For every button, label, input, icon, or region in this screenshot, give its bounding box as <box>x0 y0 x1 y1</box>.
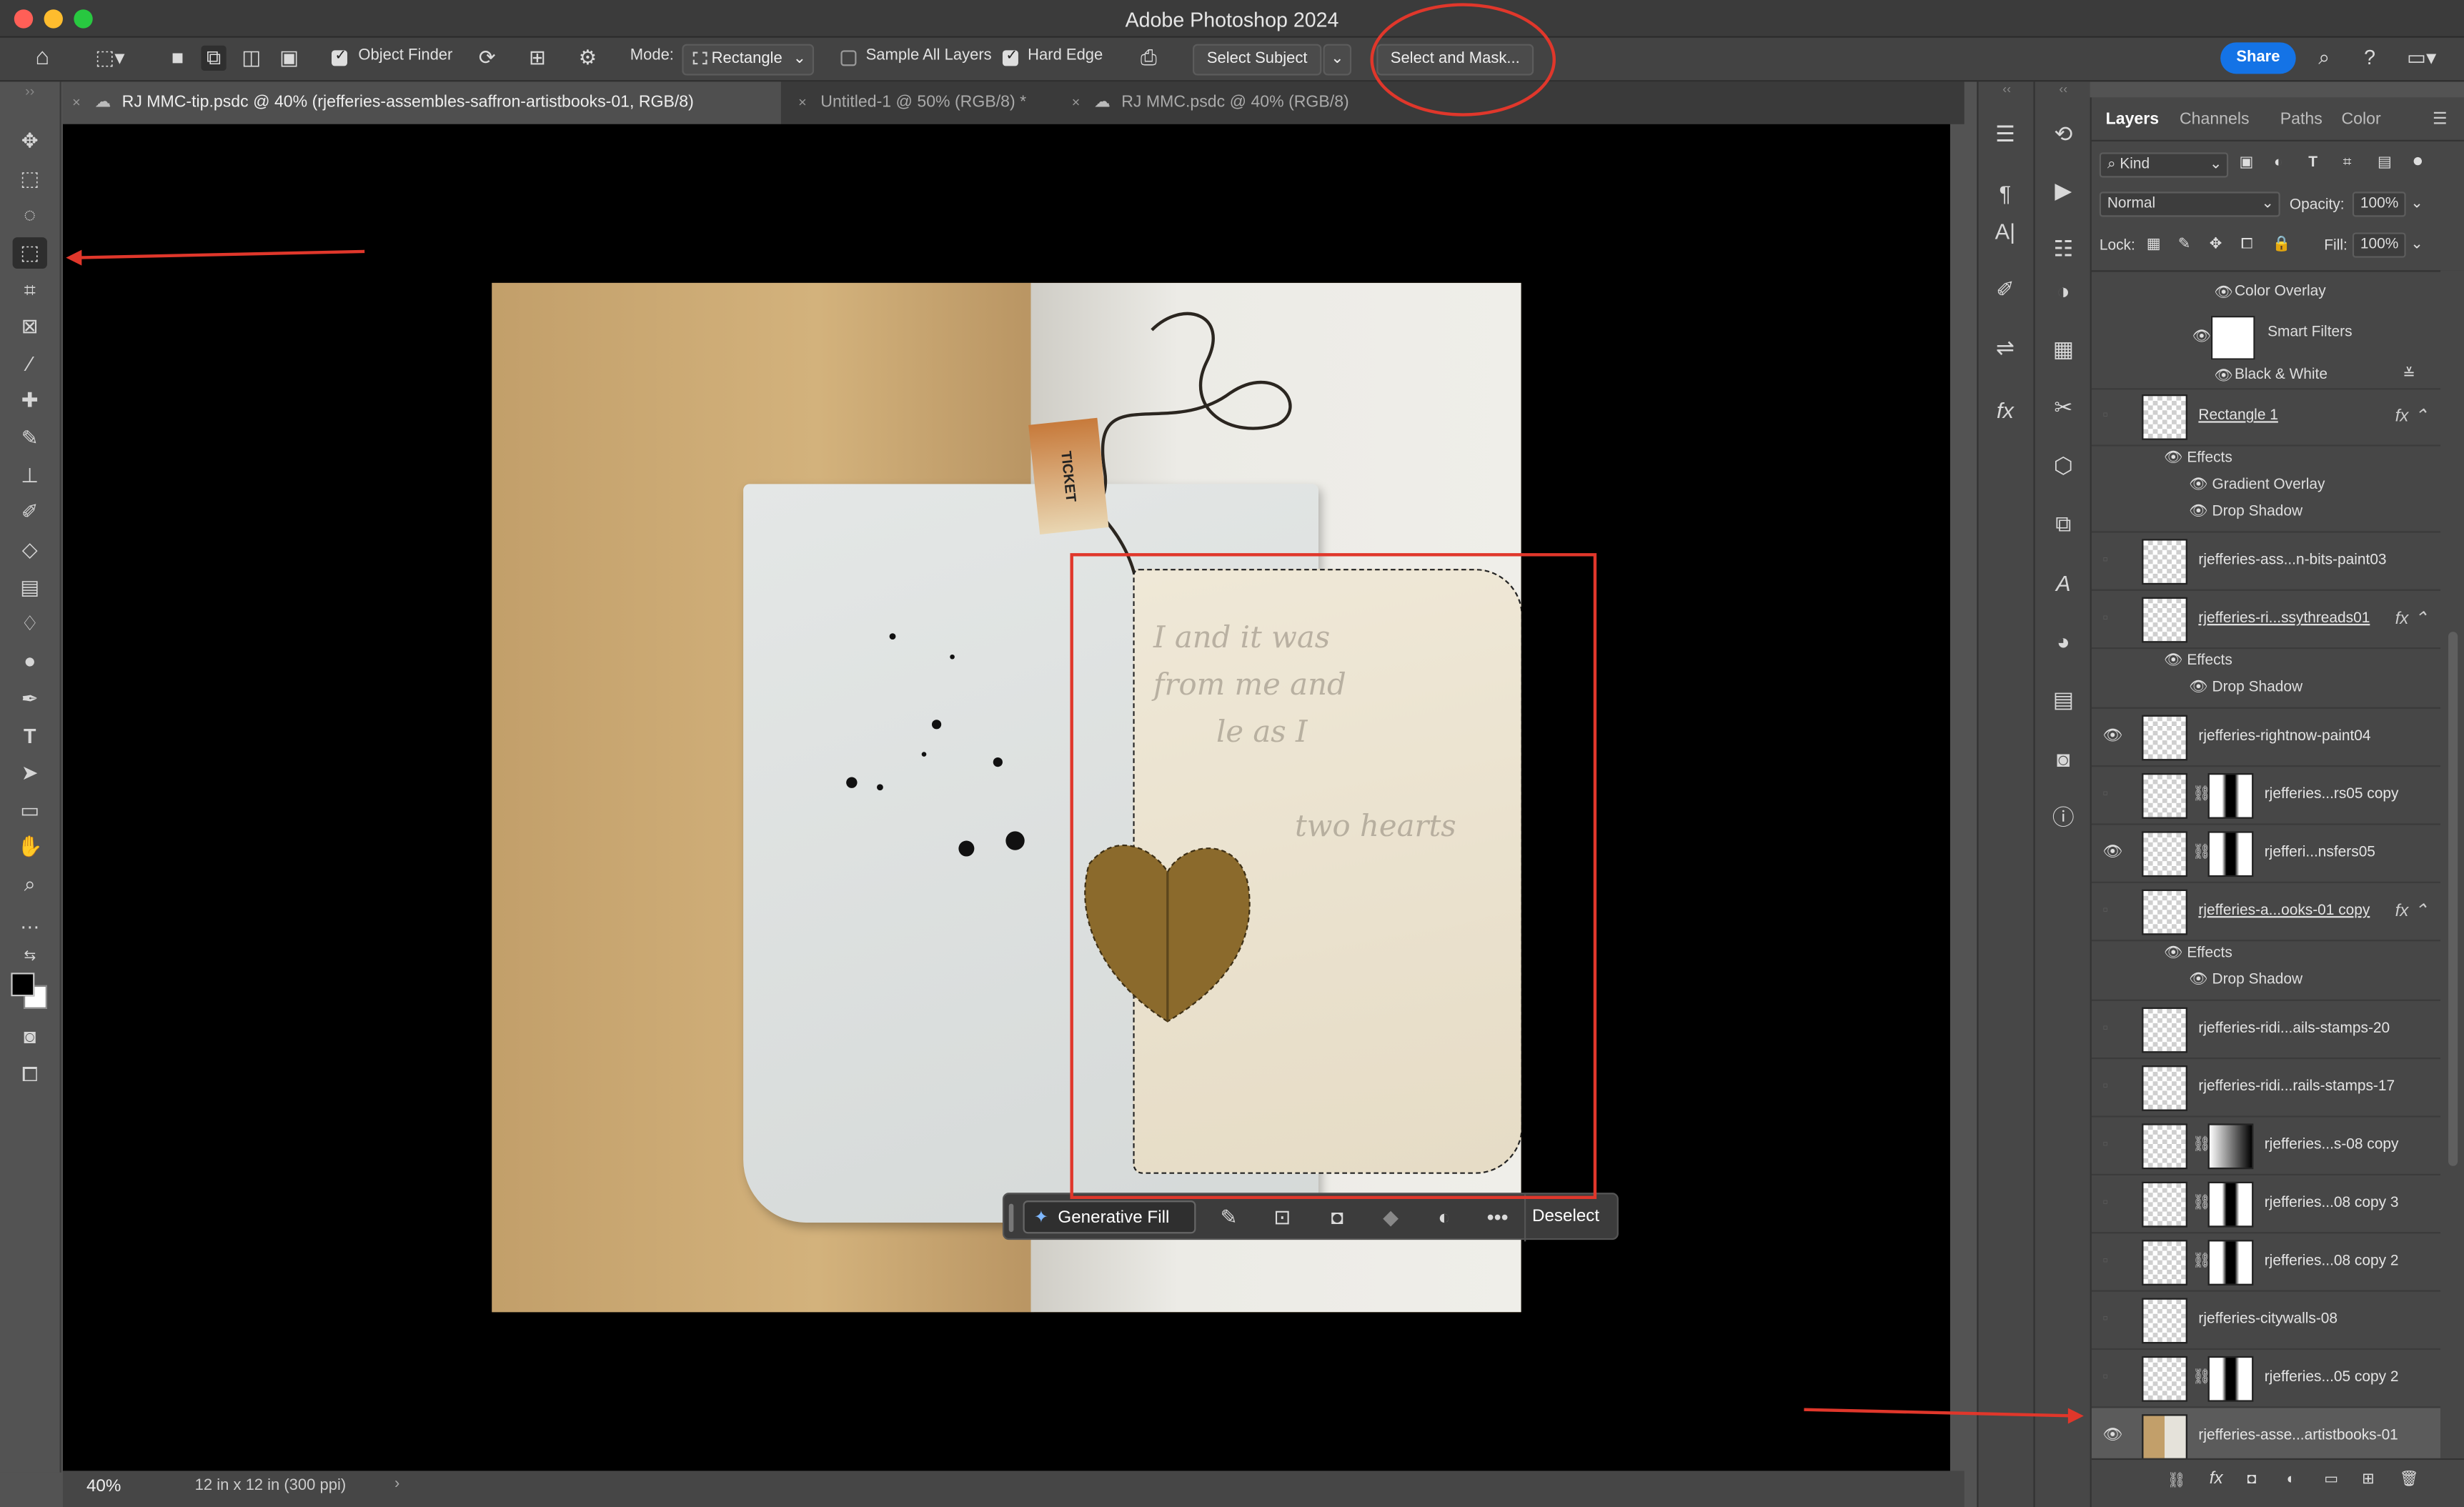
foreground-color-swatch[interactable] <box>11 973 35 997</box>
annotation-arrow-layer <box>1804 1408 2075 1418</box>
annotation-arrow-tool <box>75 249 365 259</box>
annotation-arrowhead-layer <box>2067 1408 2084 1424</box>
photoshop-window: Adobe Photoshop 2024 ⌂ ⬚▾ ■ ⧉ ◫ ▣ Object… <box>0 0 2464 1507</box>
annotation-rectangle <box>1070 553 1597 1199</box>
annotation-overlay <box>66 3 2084 1424</box>
annotation-arrowhead-tool <box>66 249 82 266</box>
annotation-circle <box>1370 3 1556 116</box>
